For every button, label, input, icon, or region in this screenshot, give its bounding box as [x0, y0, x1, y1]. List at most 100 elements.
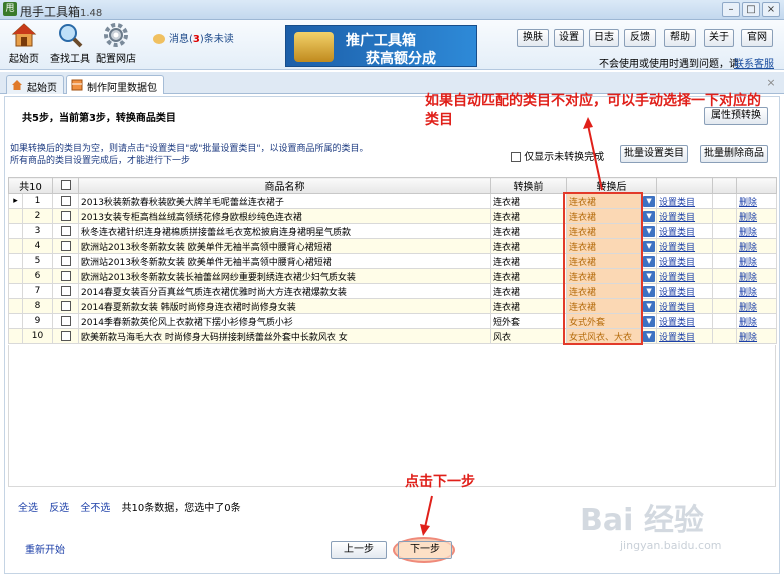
home-button[interactable]: 起始页	[8, 22, 40, 65]
delete-link[interactable]: 删除	[736, 313, 778, 329]
tab-start-page[interactable]: 起始页	[6, 75, 64, 94]
set-category-link[interactable]: 设置类目	[656, 313, 714, 329]
delete-link[interactable]: 删除	[736, 253, 778, 269]
row-select-checkbox[interactable]	[60, 315, 71, 326]
table-row[interactable]: 10 欧美新款马海毛大衣 时尚修身大码拼接刺绣蕾丝外套中长款风衣 女风衣 女式风衣、…	[8, 328, 778, 344]
row-checkbox[interactable]	[52, 253, 80, 269]
category-dropdown[interactable]: ▼	[640, 313, 658, 329]
delete-link[interactable]: 删除	[736, 193, 778, 209]
row-checkbox[interactable]	[52, 268, 80, 284]
row-select-checkbox[interactable]	[60, 270, 71, 281]
set-category-link[interactable]: 设置类目	[656, 193, 714, 209]
select-all-checkbox-header[interactable]	[52, 177, 80, 194]
close-tab-icon[interactable]: ×	[764, 76, 778, 90]
delete-link[interactable]: 删除	[736, 208, 778, 224]
close-window-button[interactable]: ×	[762, 2, 780, 17]
row-checkbox[interactable]	[52, 328, 80, 344]
row-checkbox[interactable]	[52, 313, 80, 329]
chevron-down-icon[interactable]: ▼	[643, 210, 656, 222]
set-category-link[interactable]: 设置类目	[656, 298, 714, 314]
row-checkbox[interactable]	[52, 283, 80, 299]
promo-banner[interactable]: 推广工具箱 获高额分成	[285, 25, 477, 67]
select-all-checkbox[interactable]	[60, 180, 71, 190]
help-button[interactable]: 帮助	[664, 29, 696, 47]
config-store-button[interactable]: 配置网店	[95, 22, 137, 65]
row-select-checkbox[interactable]	[60, 300, 71, 311]
set-category-link[interactable]: 设置类目	[656, 223, 714, 239]
set-category-link[interactable]: 设置类目	[656, 268, 714, 284]
row-select-checkbox[interactable]	[60, 195, 71, 206]
restart-link[interactable]: 重新开始	[25, 541, 65, 556]
delete-link[interactable]: 删除	[736, 223, 778, 239]
select-all-link[interactable]: 全选	[18, 503, 38, 514]
table-row[interactable]: 3 秋冬连衣裙针织连身裙棉质拼接蕾丝毛衣宽松披肩连身裙明星气质款 连衣裙 连衣裙 ▼ 设置…	[8, 223, 778, 239]
table-row[interactable]: 5 欧洲站2013秋冬新款女装 欧美单件无袖半高领中腰背心裙短裙 连衣裙 连衣裙 ▼ 设置…	[8, 253, 778, 269]
set-category-link[interactable]: 设置类目	[656, 238, 714, 254]
settings-button[interactable]: 设置	[554, 29, 584, 47]
row-select-checkbox[interactable]	[60, 240, 71, 251]
category-dropdown[interactable]: ▼	[640, 223, 658, 239]
select-none-link[interactable]: 全不选	[80, 503, 110, 514]
category-dropdown[interactable]: ▼	[640, 253, 658, 269]
message-indicator[interactable]: 消息(3)条未读	[153, 30, 234, 45]
table-row[interactable]: 6 欧洲站2013秋冬新款女装长袖蕾丝网纱重要刺绣连衣裙少妇气质女装 连衣裙 连衣裙 ▼…	[8, 268, 778, 284]
find-tools-button[interactable]: 查找工具	[50, 22, 90, 65]
chevron-down-icon[interactable]: ▼	[643, 225, 656, 237]
table-row[interactable]: 4 欧洲站2013秋冬新款女装 欧美单件无袖半高领中腰背心裙短裙 连衣裙 连衣裙 ▼ 设置…	[8, 238, 778, 254]
show-unconverted-checkbox[interactable]	[511, 152, 521, 162]
table-row[interactable]: ▸ 1 2013秋装新款春秋装欧美大牌羊毛呢蕾丝连衣裙子 连衣裙 连衣裙 ▼ 设置类目 删除	[8, 193, 778, 209]
contact-support-link[interactable]: 联系客服	[734, 55, 774, 70]
table-row[interactable]: 9 2014季春新款英伦风上衣款裙下摆小衫修身气质小衫 短外套 女式外套 ▼ 设置类目 删除	[8, 313, 778, 329]
row-checkbox[interactable]	[52, 223, 80, 239]
row-select-checkbox[interactable]	[60, 285, 71, 296]
chevron-down-icon[interactable]: ▼	[643, 330, 656, 342]
set-category-link[interactable]: 设置类目	[656, 283, 714, 299]
row-checkbox[interactable]	[52, 208, 80, 224]
row-select-checkbox[interactable]	[60, 330, 71, 341]
delete-link[interactable]: 删除	[736, 328, 778, 344]
table-row[interactable]: 2 2013女装专柜高档丝绒高领绣花修身欧根纱纯色连衣裙 连衣裙 连衣裙 ▼ 设置类目 删除	[8, 208, 778, 224]
next-step-button[interactable]: 下一步	[398, 541, 452, 559]
feedback-button[interactable]: 反馈	[624, 29, 656, 47]
delete-link[interactable]: 删除	[736, 283, 778, 299]
delete-link[interactable]: 删除	[736, 268, 778, 284]
category-dropdown[interactable]: ▼	[640, 328, 658, 344]
maximize-button[interactable]: □	[742, 2, 760, 17]
chevron-down-icon[interactable]: ▼	[643, 300, 656, 312]
row-checkbox[interactable]	[52, 193, 80, 209]
chevron-down-icon[interactable]: ▼	[643, 240, 656, 252]
chevron-down-icon[interactable]: ▼	[643, 195, 656, 207]
set-category-link[interactable]: 设置类目	[656, 208, 714, 224]
row-select-checkbox[interactable]	[60, 210, 71, 221]
tab-ali-package[interactable]: 制作阿里数据包	[66, 75, 164, 94]
category-dropdown[interactable]: ▼	[640, 238, 658, 254]
skin-button[interactable]: 换肤	[517, 29, 549, 47]
row-select-checkbox[interactable]	[60, 255, 71, 266]
category-dropdown[interactable]: ▼	[640, 298, 658, 314]
batch-delete-button[interactable]: 批量删除商品	[700, 145, 768, 163]
table-row[interactable]: 8 2014春夏新款女装 韩版时尚修身连衣裙时尚修身女装 连衣裙 连衣裙 ▼ 设置类目 删除	[8, 298, 778, 314]
set-category-link[interactable]: 设置类目	[656, 328, 714, 344]
invert-selection-link[interactable]: 反选	[49, 503, 69, 514]
category-dropdown[interactable]: ▼	[640, 208, 658, 224]
delete-link[interactable]: 删除	[736, 298, 778, 314]
chevron-down-icon[interactable]: ▼	[643, 285, 656, 297]
official-site-button[interactable]: 官网	[741, 29, 773, 47]
category-dropdown[interactable]: ▼	[640, 193, 658, 209]
chevron-down-icon[interactable]: ▼	[643, 315, 656, 327]
about-button[interactable]: 关于	[704, 29, 734, 47]
batch-set-category-button[interactable]: 批量设置类目	[620, 145, 688, 163]
set-category-link[interactable]: 设置类目	[656, 253, 714, 269]
category-dropdown[interactable]: ▼	[640, 283, 658, 299]
log-button[interactable]: 日志	[589, 29, 619, 47]
prev-step-button[interactable]: 上一步	[331, 541, 387, 559]
chevron-down-icon[interactable]: ▼	[643, 255, 656, 267]
row-checkbox[interactable]	[52, 298, 80, 314]
row-checkbox[interactable]	[52, 238, 80, 254]
row-select-checkbox[interactable]	[60, 225, 71, 236]
minimize-button[interactable]: –	[722, 2, 740, 17]
table-row[interactable]: 7 2014春夏女装百分百真丝气质连衣裙优雅时尚大方连衣裙爆款女装 连衣裙 连衣裙 ▼ 设…	[8, 283, 778, 299]
chevron-down-icon[interactable]: ▼	[643, 270, 656, 282]
show-unconverted-only[interactable]: 仅显示未转换完成	[511, 148, 604, 163]
delete-link[interactable]: 删除	[736, 238, 778, 254]
